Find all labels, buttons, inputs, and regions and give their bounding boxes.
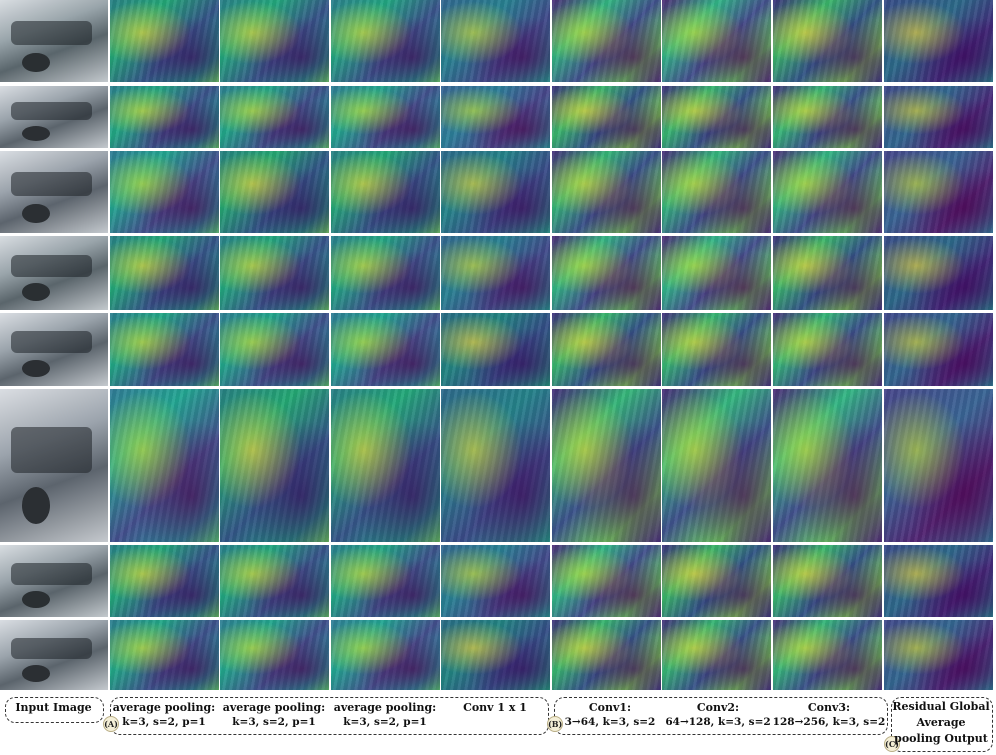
residual-gap-map [884, 620, 993, 690]
residual-gap-map [884, 389, 993, 542]
group-b-item-2-title: Conv2: [696, 701, 740, 714]
avg-pool-1-map [110, 545, 219, 617]
avg-pool-2-map [220, 151, 329, 233]
image-row [0, 313, 996, 386]
conv2-map [662, 389, 771, 542]
input-image-caption: Input Image [15, 701, 92, 714]
conv3-map [773, 86, 882, 148]
input-image [0, 151, 108, 233]
input-image [0, 545, 108, 617]
input-image [0, 236, 108, 310]
image-row [0, 86, 996, 148]
conv1-map [552, 620, 661, 690]
conv3-map [773, 620, 882, 690]
conv-1x1-map [441, 545, 550, 617]
avg-pool-1-map [110, 151, 219, 233]
conv1-map [552, 151, 661, 233]
conv2-map [662, 0, 771, 82]
avg-pool-3-map [331, 236, 440, 310]
conv2-map [662, 545, 771, 617]
avg-pool-1-map [110, 620, 219, 690]
group-c-line-1: Residual Global [892, 700, 990, 713]
avg-pool-3-map [331, 545, 440, 617]
avg-pool-2-map [220, 545, 329, 617]
conv1-map [552, 313, 661, 386]
conv-1x1-map [441, 620, 550, 690]
image-row [0, 620, 996, 690]
input-image [0, 0, 108, 82]
conv1-map [552, 236, 661, 310]
avg-pool-1-map [110, 389, 219, 542]
group-b-item-1-title: Conv1: [588, 701, 632, 714]
image-row [0, 389, 996, 542]
avg-pool-2-map [220, 236, 329, 310]
avg-pool-2-map [220, 620, 329, 690]
input-image [0, 620, 108, 690]
group-c-line-2: Average [916, 716, 966, 729]
conv1-map [552, 86, 661, 148]
input-image [0, 313, 108, 386]
conv2-map [662, 620, 771, 690]
group-b-item-3-params: 128→256, k=3, s=2 [772, 716, 886, 728]
avg-pool-3-map [331, 620, 440, 690]
group-a-item-2-params: k=3, s=2, p=1 [232, 716, 316, 728]
group-b-item-1-params: 3→64, k=3, s=2 [564, 716, 656, 728]
conv3-map [773, 545, 882, 617]
avg-pool-1-map [110, 313, 219, 386]
avg-pool-3-map [331, 389, 440, 542]
residual-gap-map [884, 86, 993, 148]
conv3-map [773, 151, 882, 233]
conv3-map [773, 389, 882, 542]
conv-1x1-map [441, 0, 550, 82]
conv-1x1-map [441, 86, 550, 148]
conv2-map [662, 313, 771, 386]
group-a-item-4-title: Conv 1 x 1 [463, 701, 527, 714]
conv1-map [552, 389, 661, 542]
conv2-map [662, 86, 771, 148]
avg-pool-3-map [331, 151, 440, 233]
conv3-map [773, 0, 882, 82]
feature-map-grid [0, 0, 996, 690]
group-a-item-1-title: average pooling: [112, 701, 216, 714]
input-image [0, 86, 108, 148]
residual-gap-map [884, 0, 993, 82]
conv3-map [773, 236, 882, 310]
residual-gap-map [884, 545, 993, 617]
conv-1x1-map [441, 236, 550, 310]
conv3-map [773, 313, 882, 386]
group-a-item-1-params: k=3, s=2, p=1 [122, 716, 206, 728]
group-c-line-3: pooling Output [894, 732, 988, 745]
group-a-item-3-params: k=3, s=2, p=1 [343, 716, 427, 728]
residual-gap-map [884, 151, 993, 233]
conv-1x1-map [441, 389, 550, 542]
image-row [0, 236, 996, 310]
image-row [0, 151, 996, 233]
avg-pool-3-map [331, 86, 440, 148]
group-a-item-2-title: average pooling: [222, 701, 326, 714]
avg-pool-2-map [220, 86, 329, 148]
group-a-item-3-title: average pooling: [333, 701, 437, 714]
conv2-map [662, 151, 771, 233]
residual-gap-map [884, 236, 993, 310]
image-row [0, 0, 996, 82]
avg-pool-2-map [220, 313, 329, 386]
avg-pool-1-map [110, 86, 219, 148]
conv-1x1-map [441, 313, 550, 386]
group-b-item-2-params: 64→128, k=3, s=2 [665, 716, 771, 728]
input-image [0, 389, 108, 542]
avg-pool-2-map [220, 389, 329, 542]
avg-pool-3-map [331, 0, 440, 82]
image-row [0, 545, 996, 617]
group-b-item-3-title: Conv3: [807, 701, 851, 714]
avg-pool-2-map [220, 0, 329, 82]
conv1-map [552, 0, 661, 82]
conv2-map [662, 236, 771, 310]
avg-pool-3-map [331, 313, 440, 386]
avg-pool-1-map [110, 236, 219, 310]
conv1-map [552, 545, 661, 617]
conv-1x1-map [441, 151, 550, 233]
avg-pool-1-map [110, 0, 219, 82]
residual-gap-map [884, 313, 993, 386]
